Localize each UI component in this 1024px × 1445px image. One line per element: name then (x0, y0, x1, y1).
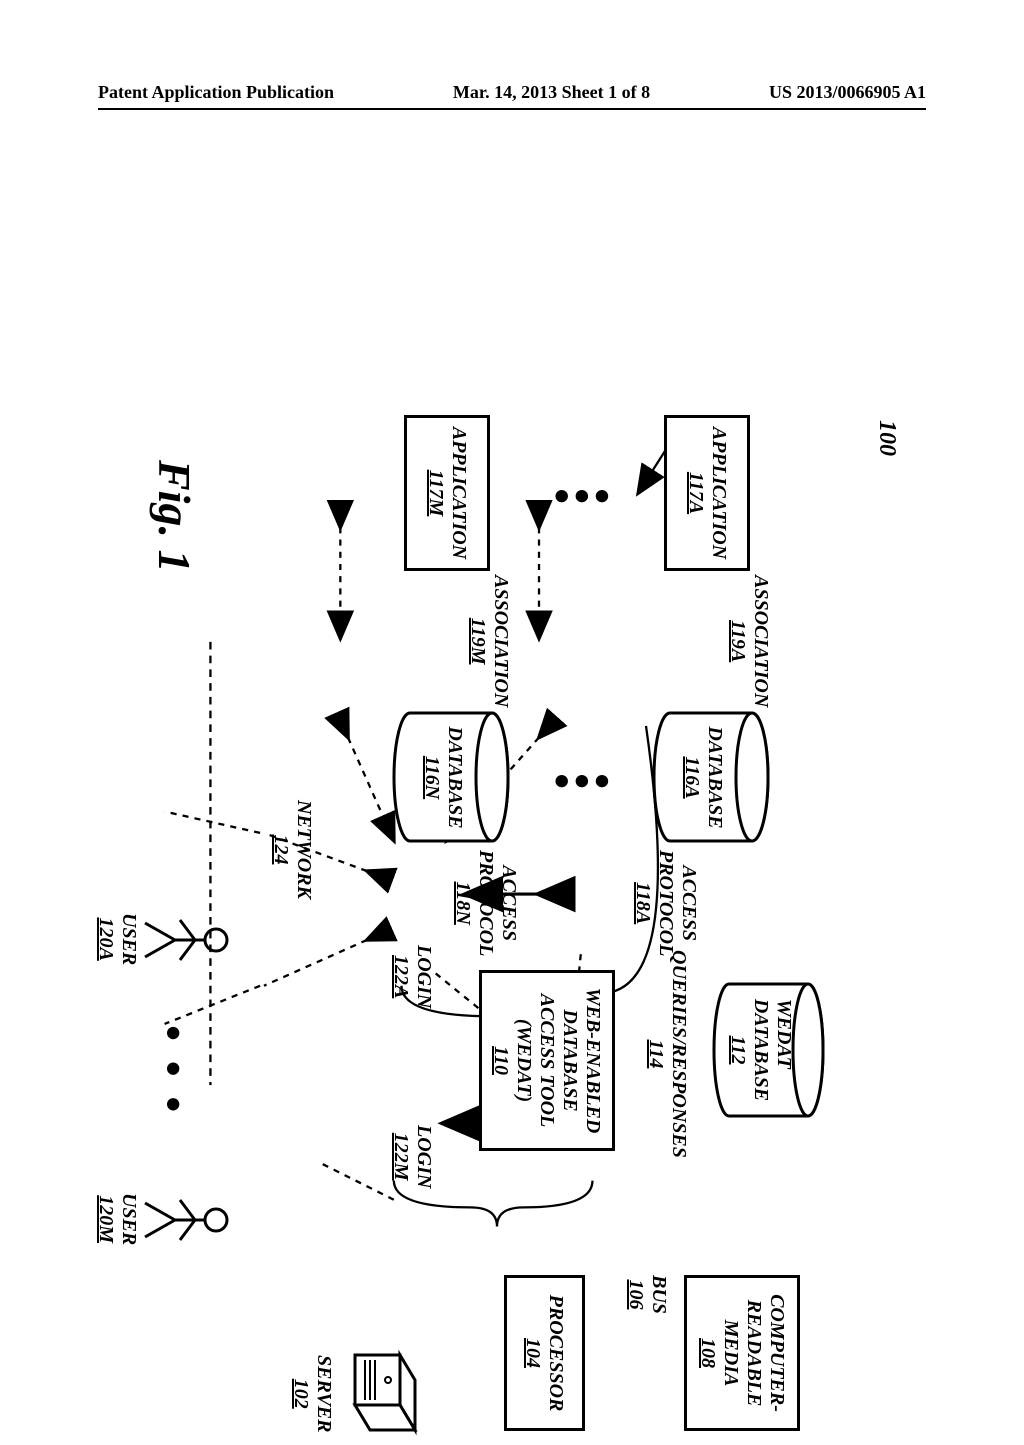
database-a-ref: 116A (680, 756, 703, 798)
application-m-ref: 117M (424, 470, 447, 517)
user-m-label: USER 120M (94, 1193, 140, 1245)
apps-ellipsis: ••• (550, 470, 610, 523)
database-n-title: DATABASE (443, 726, 466, 828)
processor-box: PROCESSOR104 (504, 1275, 585, 1431)
user-a-icon (140, 905, 230, 975)
server-icon (340, 1345, 430, 1445)
figure-label: Fig. 1 (147, 460, 200, 572)
wedat-ref: 110 (490, 1046, 513, 1075)
access-protocol-a-label: ACCESS PROTOCOL 118A (631, 850, 700, 956)
wedat-db-title: WEDAT DATABASE (749, 999, 795, 1101)
application-a-box: APPLICATION117A (664, 415, 750, 571)
ref-100: 100 (872, 420, 900, 456)
database-n-cyl: DATABASE116N (390, 710, 510, 845)
queries-responses-label: QUERIES/RESPONSES 114 (644, 950, 690, 1158)
login-m-label: LOGIN 122M (389, 1125, 435, 1188)
dbs-ellipsis: ••• (550, 755, 610, 808)
wedat-box: WEB-ENABLED DATABASE ACCESS TOOL (WEDAT)… (479, 970, 615, 1151)
header-rule (98, 108, 926, 110)
bus-label: BUS 106 (624, 1275, 670, 1314)
login-a-label: LOGIN 122A (389, 945, 435, 1008)
user-m-icon (140, 1185, 230, 1255)
association-m-label: ASSOCIATION 119M (466, 575, 512, 707)
wedat-database-cyl: WEDAT DATABASE112 (710, 980, 825, 1120)
header-right: US 2013/0066905 A1 (769, 82, 926, 103)
processor-title: PROCESSOR (545, 1295, 568, 1412)
header-center: Mar. 14, 2013 Sheet 1 of 8 (453, 82, 650, 103)
crm-box: COMPUTER- READABLE MEDIA108 (684, 1275, 800, 1431)
association-a-label: ASSOCIATION 119A (726, 575, 772, 707)
network-label: NETWORK 124 (269, 800, 315, 899)
application-a-ref: 117A (684, 472, 707, 514)
server-label: SERVER 102 (289, 1355, 335, 1432)
wedat-title: WEB-ENABLED DATABASE ACCESS TOOL (WEDAT) (513, 988, 605, 1134)
database-n-ref: 116N (420, 756, 443, 799)
header-left: Patent Application Publication (98, 82, 334, 103)
application-m-title: APPLICATION (447, 427, 470, 559)
application-a-title: APPLICATION (707, 427, 730, 559)
processor-ref: 104 (522, 1338, 545, 1368)
crm-title: COMPUTER- READABLE MEDIA (719, 1294, 788, 1412)
users-ellipsis: • • • (147, 1025, 200, 1116)
page-header: Patent Application Publication Mar. 14, … (0, 82, 1024, 103)
user-a-label: USER 120A (94, 913, 140, 965)
figure-1-diagram: 100 APPLICATION117A ••• APPLICATION117M … (0, 405, 920, 1215)
crm-ref: 108 (696, 1338, 719, 1368)
access-protocol-n-label: ACCESS PROTOCOL 118N (451, 850, 520, 956)
wedat-db-ref: 112 (726, 1036, 749, 1065)
application-m-box: APPLICATION117M (404, 415, 490, 571)
database-a-cyl: DATABASE116A (650, 710, 770, 845)
database-a-title: DATABASE (703, 726, 726, 828)
